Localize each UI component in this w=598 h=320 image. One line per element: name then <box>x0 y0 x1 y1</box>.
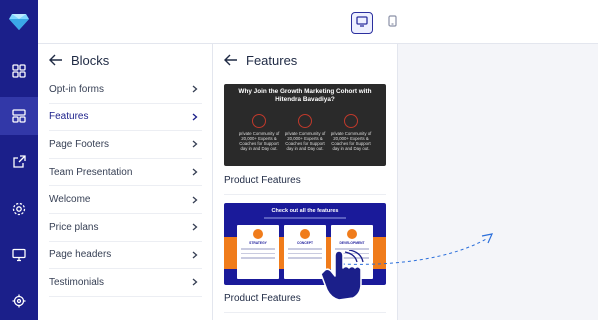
rail-item-target[interactable] <box>0 282 38 320</box>
card-column: private Community of 20,000+ Experts & C… <box>328 114 374 151</box>
block-item-label: Testimonials <box>49 276 105 288</box>
chevron-right-icon <box>192 196 198 207</box>
feature-icon <box>253 229 263 239</box>
feature-template-card-1[interactable]: Why Join the Growth Marketing Cohort wit… <box>224 84 386 166</box>
chevron-right-icon <box>192 223 198 234</box>
external-link-icon <box>12 155 26 169</box>
layout-icon <box>12 109 26 123</box>
card-heading: Check out all the features <box>271 208 339 214</box>
block-item-testimonials[interactable]: Testimonials <box>49 269 202 297</box>
rail-item-layout[interactable] <box>0 97 38 135</box>
card-column: private Community of 20,000+ Experts & C… <box>282 114 328 151</box>
blocks-list: Opt-in forms Features Page Footers Team … <box>38 76 212 297</box>
settings-icon <box>12 202 26 216</box>
block-item-page-footers[interactable]: Page Footers <box>49 131 202 159</box>
blocks-header: Blocks <box>38 44 212 76</box>
monitor-icon <box>12 248 26 262</box>
feature-box-label: STRATEGY <box>249 241 267 245</box>
target-icon <box>12 294 26 308</box>
rail-item-settings[interactable] <box>0 190 38 228</box>
card-subtitle-line <box>264 217 346 219</box>
card-column: private Community of 20,000+ Experts & C… <box>236 114 282 151</box>
block-item-page-headers[interactable]: Page headers <box>49 242 202 270</box>
block-item-label: Features <box>49 111 89 123</box>
feature-box-label: CONCEPT <box>296 241 314 245</box>
block-item-label: Welcome <box>49 194 91 206</box>
rail-item-monitor[interactable] <box>0 236 38 274</box>
card-column-text: private Community of 20,000+ Experts & C… <box>238 131 280 151</box>
block-item-team-presentation[interactable]: Team Presentation <box>49 159 202 187</box>
block-item-label: Page Footers <box>49 138 110 150</box>
back-arrow-icon[interactable] <box>49 54 63 66</box>
blocks-panel: Blocks Opt-in forms Features Page Footer… <box>38 44 213 320</box>
diamond-logo-icon[interactable] <box>8 10 30 32</box>
feature-icon <box>300 229 310 239</box>
back-arrow-icon[interactable] <box>224 54 238 66</box>
card-column-text: private Community of 20,000+ Experts & C… <box>330 131 372 151</box>
top-bar <box>38 0 598 44</box>
mobile-icon <box>387 14 397 32</box>
chevron-right-icon <box>192 168 198 179</box>
block-item-welcome[interactable]: Welcome <box>49 186 202 214</box>
features-title: Features <box>246 52 298 68</box>
chevron-right-icon <box>192 113 198 124</box>
block-item-label: Opt-in forms <box>49 83 105 95</box>
card-heading: Why Join the Growth Marketing Cohort wit… <box>238 88 372 103</box>
block-item-price-plans[interactable]: Price plans <box>49 214 202 242</box>
hand-cursor-icon <box>320 250 364 301</box>
features-header: Features <box>213 44 397 76</box>
divider <box>224 194 386 195</box>
block-item-opt-in-forms[interactable]: Opt-in forms <box>49 76 202 104</box>
card-column-text: private Community of 20,000+ Experts & C… <box>284 131 326 151</box>
chevron-right-icon <box>192 251 198 262</box>
block-item-label: Page headers <box>49 249 112 261</box>
chevron-right-icon <box>192 140 198 151</box>
rail-item-external[interactable] <box>0 143 38 181</box>
rail-item-grid[interactable] <box>0 52 38 90</box>
block-item-label: Price plans <box>49 221 99 233</box>
grid-icon <box>12 64 26 78</box>
feature-icon <box>298 114 312 128</box>
chevron-right-icon <box>192 278 198 289</box>
feature-icon <box>344 114 358 128</box>
chevron-right-icon <box>192 85 198 96</box>
divider <box>224 312 386 313</box>
block-item-features[interactable]: Features <box>49 104 202 132</box>
card-label: Product Features <box>224 293 301 304</box>
feature-box: STRATEGY <box>237 225 279 279</box>
feature-icon <box>252 114 266 128</box>
desktop-view-button[interactable] <box>351 12 373 34</box>
card-label: Product Features <box>224 175 301 186</box>
left-rail <box>0 0 38 320</box>
mobile-view-button[interactable] <box>381 12 403 34</box>
blocks-title: Blocks <box>71 52 110 68</box>
block-item-label: Team Presentation <box>49 166 133 178</box>
desktop-icon <box>356 14 368 32</box>
